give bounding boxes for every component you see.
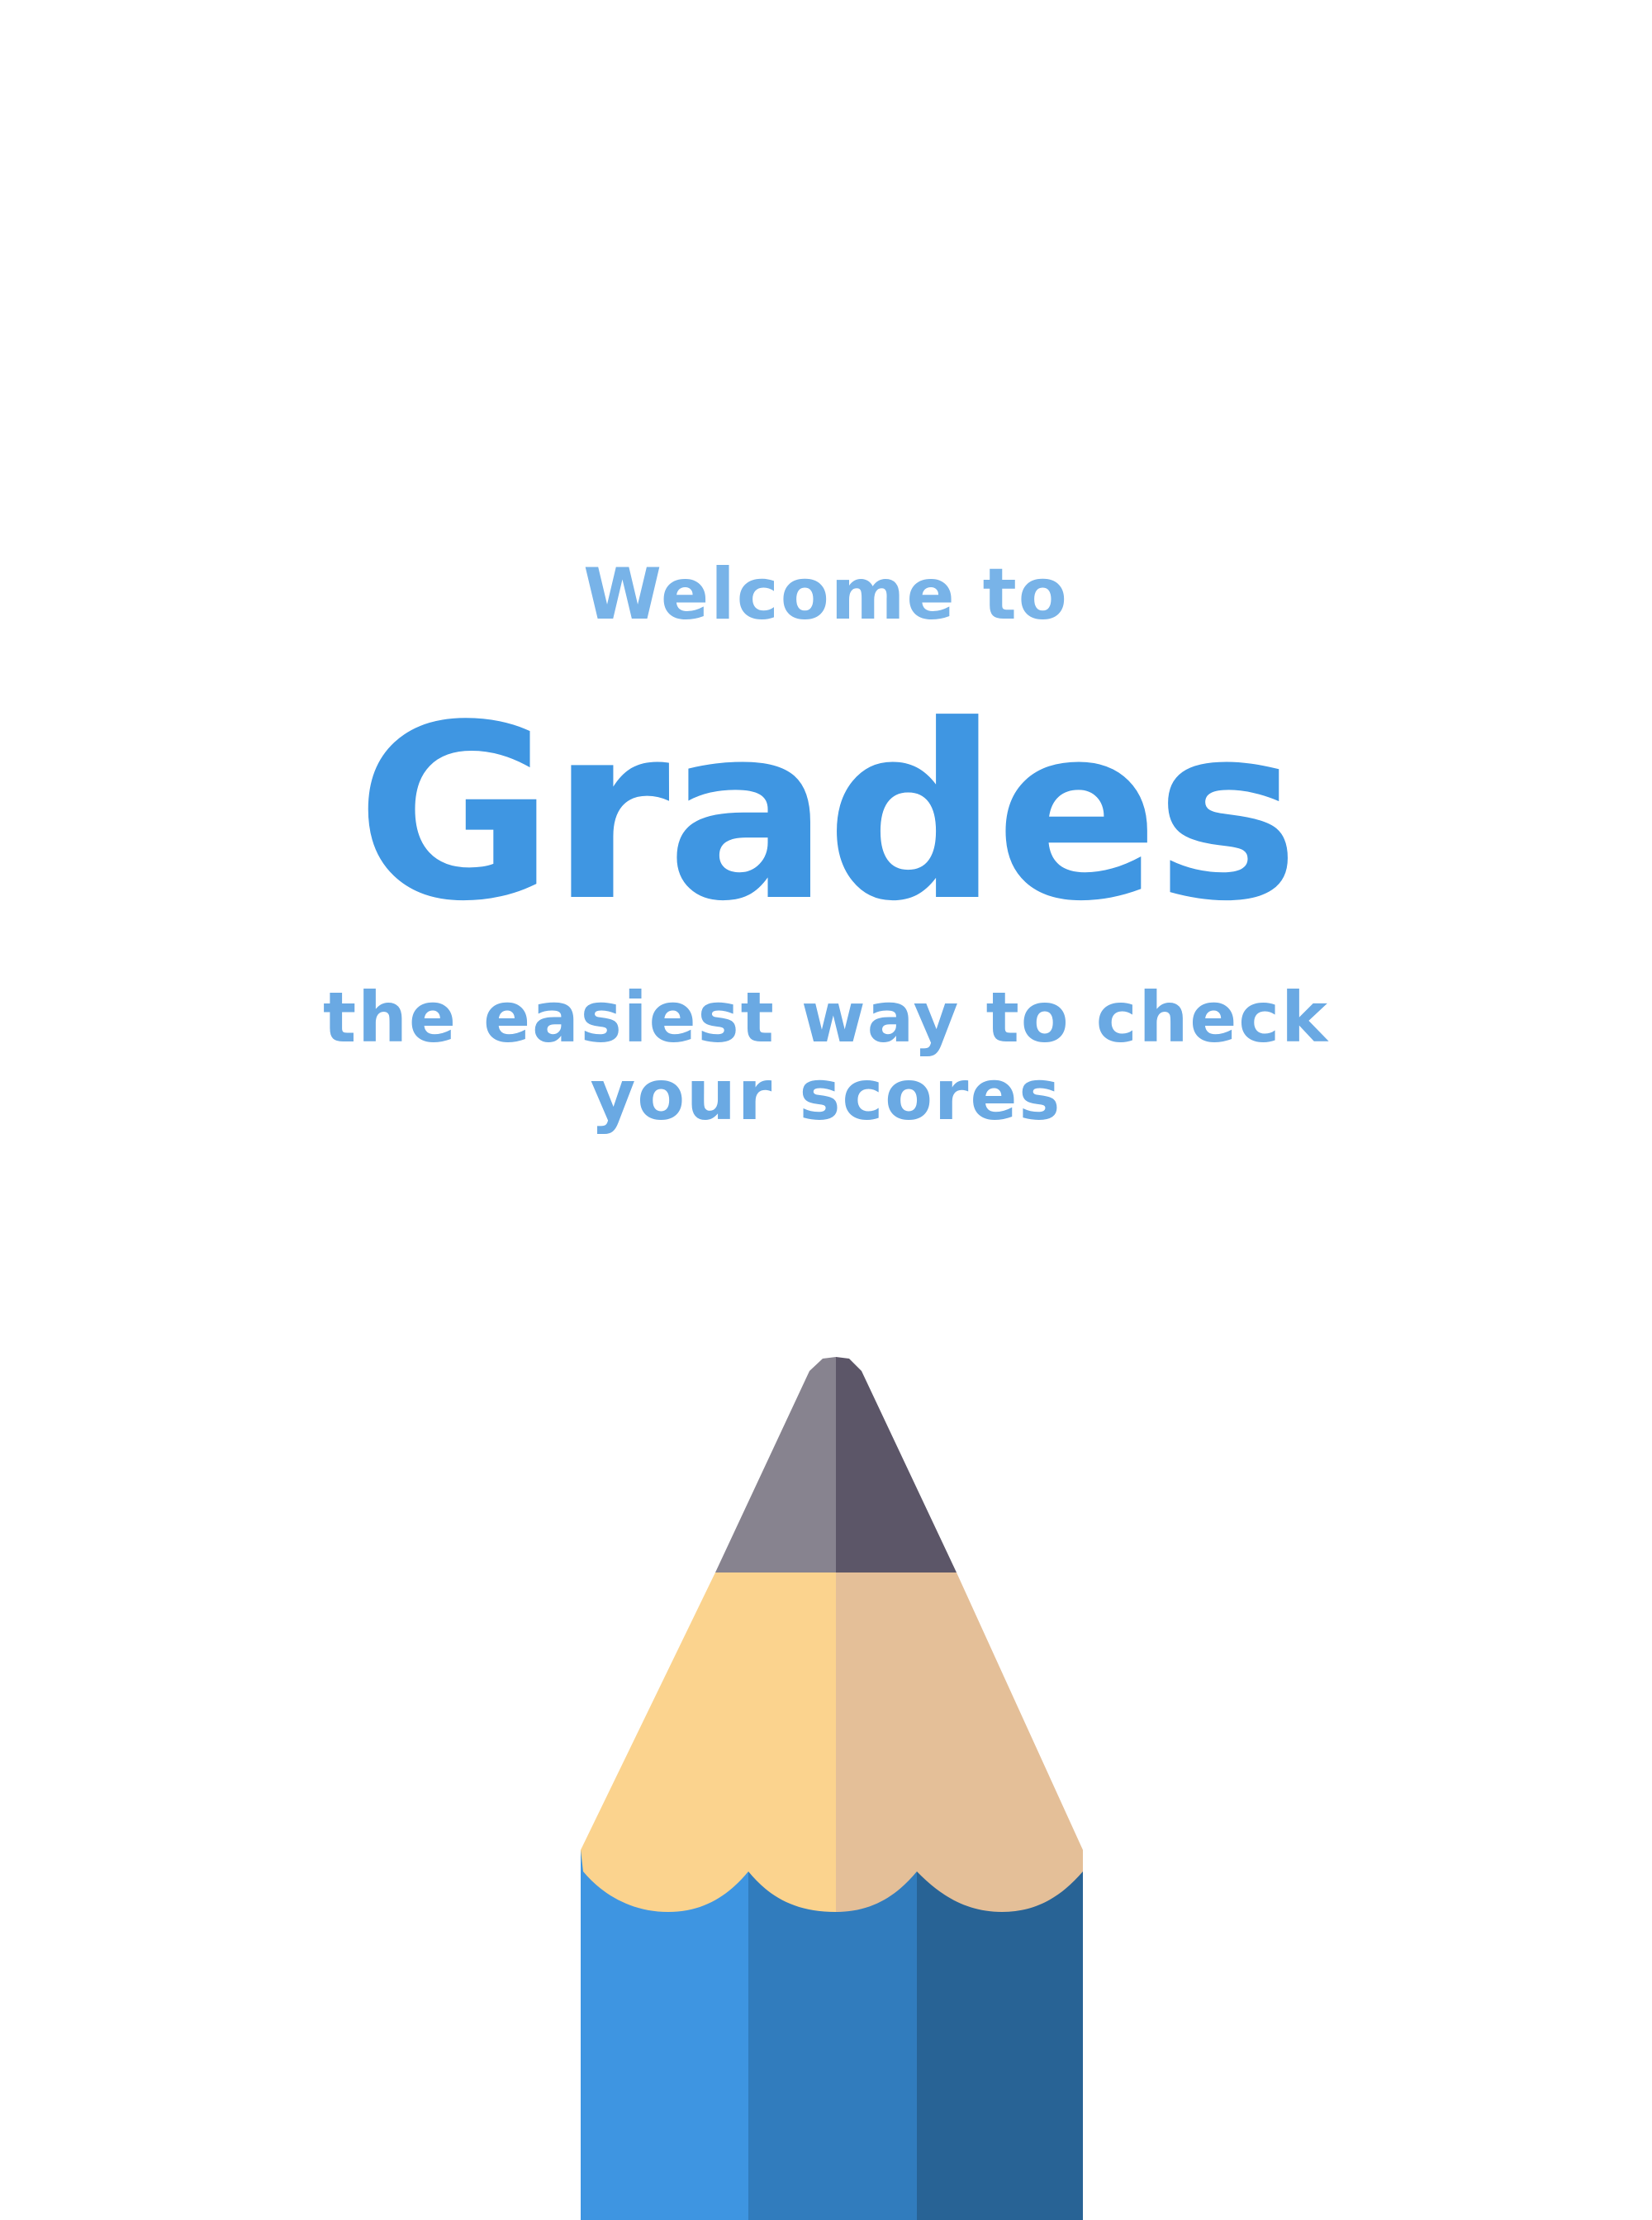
pencil-wood-right [836, 1572, 1083, 1912]
pencil-wood-left [581, 1572, 836, 1912]
pencil-icon [581, 1357, 1083, 2220]
pencil-tip-right [836, 1357, 957, 1572]
welcome-screen: Welcome to Grades the easiest way to che… [0, 0, 1652, 2220]
pencil-tip-left [715, 1357, 836, 1572]
